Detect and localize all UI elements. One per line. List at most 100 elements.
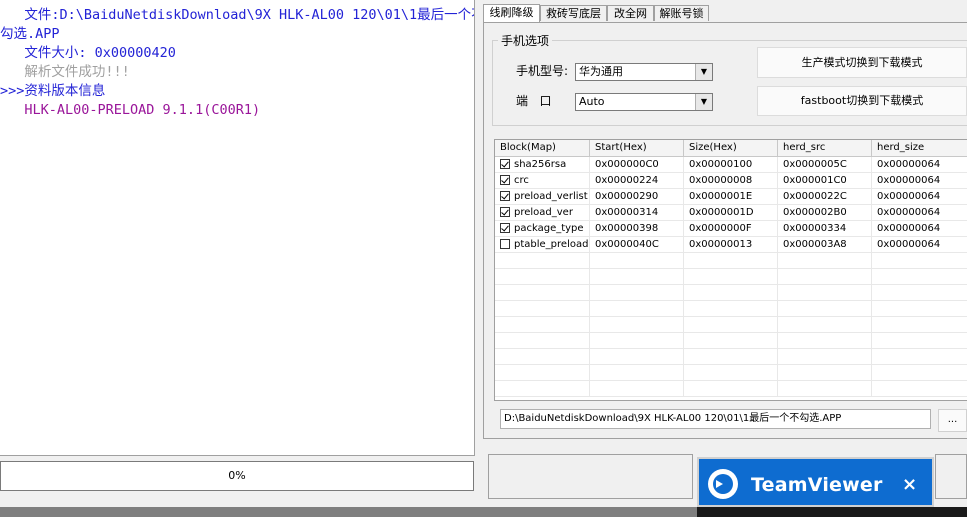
cell-text: 0x00000013	[689, 239, 753, 250]
table-row[interactable]: package_type 0x00000398 0x0000000F 0x000003…	[495, 221, 967, 237]
table-cell	[778, 269, 872, 285]
cell-text: 0x0000005C	[783, 159, 847, 170]
table-cell	[872, 333, 967, 349]
port-label: 端 口	[516, 94, 552, 108]
table-cell: 0x0000000F	[684, 221, 778, 237]
phone-options-title: 手机选项	[498, 32, 553, 49]
row-checkbox[interactable]	[500, 239, 510, 249]
cell-text: 0x00000064	[877, 223, 941, 234]
table-cell	[778, 333, 872, 349]
cell-text: 0x00000064	[877, 191, 941, 202]
table-cell	[684, 349, 778, 365]
table-row[interactable]	[495, 333, 967, 349]
partition-table: Block(Map) Start(Hex) Size(Hex) herd_src…	[494, 139, 967, 401]
table-row[interactable]: preload_ver 0x00000314 0x0000001D 0x000002B…	[495, 205, 967, 221]
table-row[interactable]	[495, 269, 967, 285]
col-start[interactable]: Start(Hex)	[590, 140, 684, 156]
cell-text: sha256rsa	[514, 159, 567, 170]
table-cell	[872, 349, 967, 365]
window-bottom-edge	[0, 507, 697, 517]
port-select[interactable]: Auto ▼	[575, 93, 713, 111]
row-checkbox[interactable]	[500, 159, 510, 169]
table-cell	[590, 301, 684, 317]
cell-text: 0x00000290	[595, 191, 659, 202]
table-cell	[495, 301, 590, 317]
chevron-down-icon[interactable]: ▼	[695, 94, 712, 110]
table-row[interactable]	[495, 285, 967, 301]
model-label: 手机型号:	[516, 64, 569, 78]
table-cell	[778, 365, 872, 381]
table-cell	[872, 269, 967, 285]
cell-text: 0x000001C0	[783, 175, 847, 186]
table-cell: 0x000000C0	[590, 157, 684, 173]
col-herd-size[interactable]: herd_size	[872, 140, 967, 156]
table-row[interactable]: preload_verlist 0x00000290 0x0000001E 0x000…	[495, 189, 967, 205]
table-row[interactable]	[495, 301, 967, 317]
teamviewer-title: TeamViewer	[751, 474, 883, 496]
table-cell	[495, 269, 590, 285]
log-line: HLK-AL00-PRELOAD 9.1.1(C00R1)	[0, 102, 261, 118]
table-row[interactable]	[495, 253, 967, 269]
tab-flash-downgrade[interactable]: 线刷降级	[483, 4, 540, 22]
fastboot-to-download-button[interactable]: fastboot切换到下载模式	[757, 86, 967, 116]
log-line: 勾选.APP	[0, 26, 60, 42]
log-line: 文件:D:\BaiduNetdiskDownload\9X HLK-AL00 1…	[0, 7, 475, 23]
col-herd-src[interactable]: herd_src	[778, 140, 872, 156]
table-cell	[495, 365, 590, 381]
table-cell	[590, 253, 684, 269]
file-path-field[interactable]: D:\BaiduNetdiskDownload\9X HLK-AL00 120\…	[500, 409, 931, 429]
tab-full-network[interactable]: 改全网	[607, 5, 654, 21]
row-checkbox[interactable]	[500, 175, 510, 185]
table-cell: ptable_preload	[495, 237, 590, 253]
cell-text: 0x000003A8	[783, 239, 847, 250]
table-cell	[872, 381, 967, 397]
table-cell	[495, 381, 590, 397]
table-cell	[872, 285, 967, 301]
table-cell: 0x00000314	[590, 205, 684, 221]
log-line: >>>资料版本信息	[0, 83, 106, 99]
chevron-down-icon[interactable]: ▼	[695, 64, 712, 80]
table-cell: 0x0000001E	[684, 189, 778, 205]
table-cell: crc	[495, 173, 590, 189]
browse-button[interactable]: ...	[938, 409, 967, 432]
table-cell: 0x0000040C	[590, 237, 684, 253]
table-row[interactable]	[495, 349, 967, 365]
table-cell	[590, 285, 684, 301]
model-select[interactable]: 华为通用 ▼	[575, 63, 713, 81]
start-button[interactable]	[488, 454, 693, 499]
table-cell	[684, 269, 778, 285]
teamviewer-popup[interactable]: TeamViewer ×	[697, 457, 934, 507]
table-row[interactable]: sha256rsa 0x000000C0 0x00000100 0x0000005C 0…	[495, 157, 967, 173]
row-checkbox[interactable]	[500, 191, 510, 201]
table-row[interactable]: ptable_preload 0x0000040C 0x00000013 0x0000…	[495, 237, 967, 253]
table-cell: 0x00000013	[684, 237, 778, 253]
cell-text: 0x00000064	[877, 239, 941, 250]
cell-text: 0x00000064	[877, 175, 941, 186]
col-block[interactable]: Block(Map)	[495, 140, 590, 156]
tab-unlock-account[interactable]: 解账号锁	[654, 5, 709, 21]
table-cell	[684, 301, 778, 317]
production-to-download-button[interactable]: 生产模式切换到下载模式	[757, 47, 967, 78]
cell-text: 0x00000314	[595, 207, 659, 218]
row-checkbox[interactable]	[500, 223, 510, 233]
table-row[interactable]	[495, 381, 967, 397]
table-cell	[590, 333, 684, 349]
cell-text: 0x0000022C	[783, 191, 847, 202]
tab-unbrick[interactable]: 救砖写底层	[540, 5, 607, 21]
row-checkbox[interactable]	[500, 207, 510, 217]
close-icon[interactable]: ×	[902, 474, 917, 495]
table-cell	[590, 365, 684, 381]
table-row[interactable]	[495, 365, 967, 381]
table-row[interactable]: crc 0x00000224 0x00000008 0x000001C0 0x00000…	[495, 173, 967, 189]
col-size[interactable]: Size(Hex)	[684, 140, 778, 156]
table-cell: 0x00000064	[872, 205, 967, 221]
table-cell	[872, 301, 967, 317]
table-cell	[495, 317, 590, 333]
table-cell: 0x00000100	[684, 157, 778, 173]
extra-button[interactable]	[935, 454, 967, 499]
table-cell: 0x000002B0	[778, 205, 872, 221]
table-header: Block(Map) Start(Hex) Size(Hex) herd_src…	[495, 140, 967, 157]
table-row[interactable]	[495, 317, 967, 333]
cell-text: 0x00000064	[877, 159, 941, 170]
cell-text: 0x0000001E	[689, 191, 753, 202]
